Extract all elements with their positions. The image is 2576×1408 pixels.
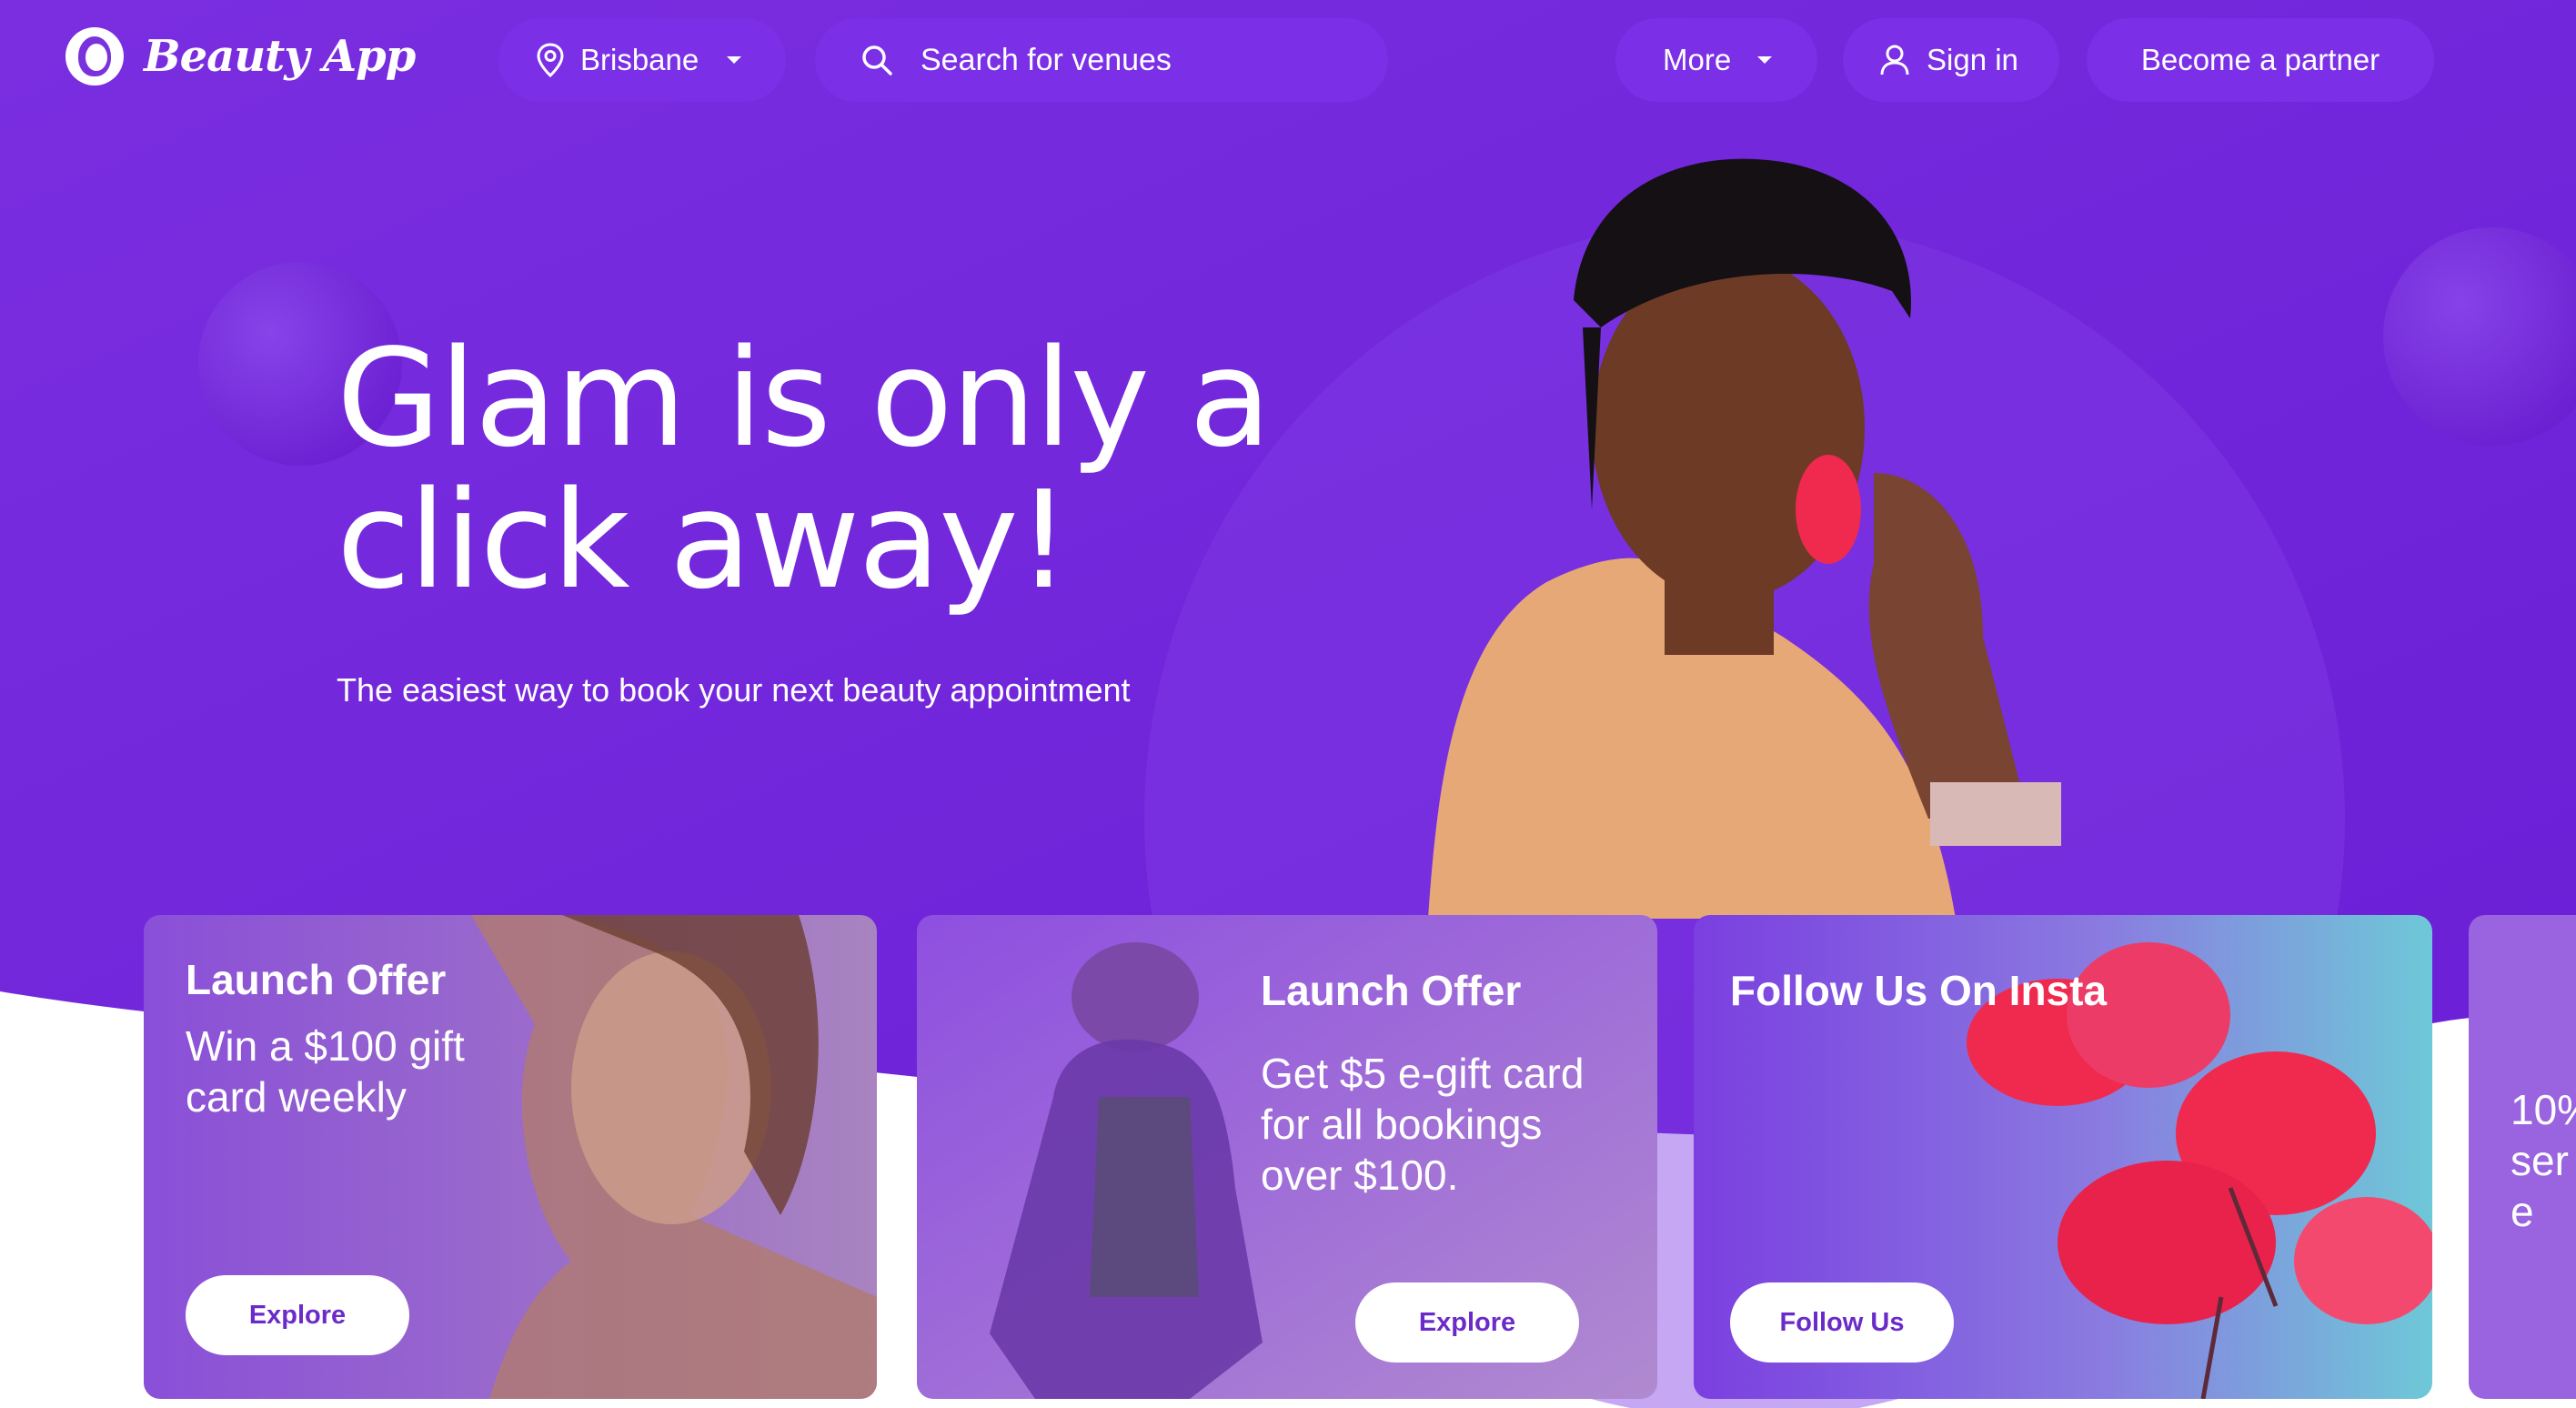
card-text-line-1: 10%: [2511, 1086, 2576, 1133]
more-label: More: [1663, 43, 1732, 76]
card-text-line-3: over $100.: [1261, 1152, 1459, 1199]
card-text-line-2: for all bookings: [1261, 1101, 1543, 1148]
search-bar[interactable]: [815, 18, 1388, 102]
card-text-line-3: e: [2511, 1188, 2534, 1235]
page: Beauty App Brisbane More Sign in: [0, 0, 2576, 1408]
search-icon: [862, 45, 892, 75]
search-input[interactable]: [921, 42, 1375, 78]
logo-text: Beauty App: [144, 31, 416, 82]
explore-button[interactable]: Explore: [186, 1275, 409, 1355]
location-pin-icon: [537, 43, 564, 77]
location-selector[interactable]: Brisbane: [498, 18, 786, 102]
user-icon: [1880, 45, 1909, 75]
brand-logo[interactable]: Beauty App: [65, 27, 416, 85]
follow-insta-card[interactable]: Follow Us On Insta Follow Us: [1694, 915, 2432, 1399]
sign-in-button[interactable]: Sign in: [1843, 18, 2059, 102]
card-text-line-2: card weekly: [186, 1073, 407, 1121]
sign-in-label: Sign in: [1927, 43, 2018, 76]
hero-title-line-2: click away!: [337, 462, 1071, 619]
hero-title-line-1: Glam is only a: [337, 320, 1272, 477]
card-title: Launch Offer: [186, 956, 447, 1003]
caret-down-icon: [727, 56, 742, 64]
more-menu-button[interactable]: More: [1615, 18, 1817, 102]
caret-down-icon: [1757, 56, 1773, 64]
card-title: Launch Offer: [1261, 967, 1522, 1014]
become-partner-label: Become a partner: [2140, 43, 2380, 76]
launch-offer-card-1[interactable]: Launch Offer Win a $100 gift card weekly…: [144, 915, 877, 1399]
become-partner-button[interactable]: Become a partner: [2087, 18, 2434, 102]
offer-card-partial[interactable]: 10% ser e: [2469, 915, 2576, 1399]
hero-subtitle: The easiest way to book your next beauty…: [337, 671, 1131, 709]
card-text-line-1: Win a $100 gift: [186, 1022, 465, 1070]
card-title: Follow Us On Insta: [1730, 967, 2108, 1014]
location-label: Brisbane: [580, 43, 699, 76]
explore-button[interactable]: Explore: [1355, 1282, 1579, 1363]
launch-offer-card-2[interactable]: Launch Offer Get $5 e-gift card for all …: [917, 915, 1657, 1399]
hero-title: Glam is only a click away!: [337, 327, 1428, 611]
card-text-line-2: ser: [2511, 1137, 2569, 1184]
logo-icon: [65, 27, 124, 85]
follow-us-button[interactable]: Follow Us: [1730, 1282, 1954, 1363]
card-text-line-1: Get $5 e-gift card: [1261, 1050, 1585, 1097]
